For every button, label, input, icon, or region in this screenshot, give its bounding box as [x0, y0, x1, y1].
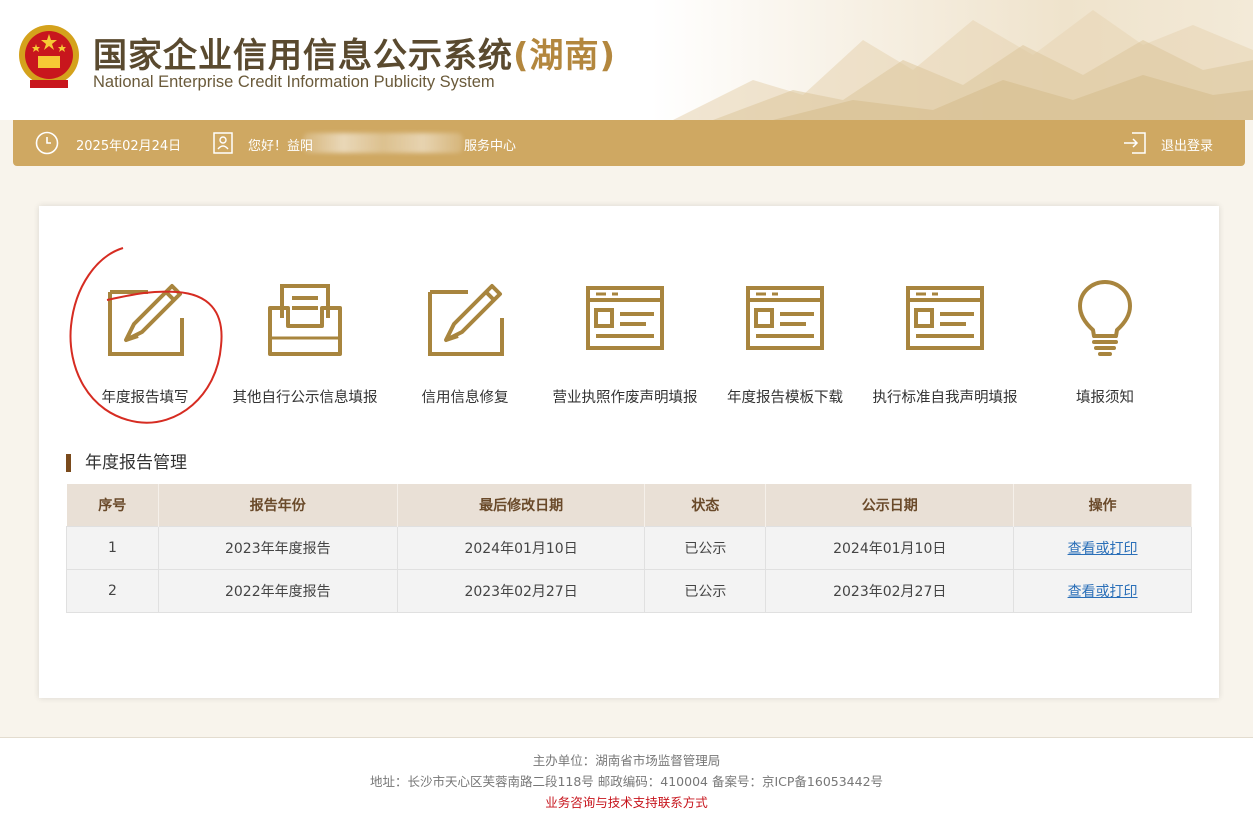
report-year: 2023年年度报告	[157, 525, 398, 570]
footer-address: 地址：长沙市天心区芙蓉南路二段118号 邮政编码：410004 备案号：京ICP…	[369, 774, 884, 789]
menu-report-template-download[interactable]: 年度报告模板下载	[705, 278, 865, 418]
table-header-row: 序号 报告年份 最后修改日期 状态 公示日期 操作	[66, 484, 1192, 526]
menu-label: 填报须知	[1076, 390, 1134, 406]
view-or-print-link[interactable]: 查看或打印	[1068, 541, 1138, 557]
menu-label: 年度报告模板下载	[727, 390, 843, 406]
section-title: 年度报告管理	[66, 454, 187, 472]
site-header: 国家企业信用信息公示系统(湖南) National Enterprise Cre…	[0, 0, 1253, 120]
site-title-region: (湖南)	[513, 36, 617, 76]
column-header: 状态	[644, 484, 767, 526]
menu-label: 执行标准自我声明填报	[872, 390, 1018, 406]
view-or-print-link[interactable]: 查看或打印	[1068, 584, 1138, 600]
edit-pen-icon	[108, 284, 184, 356]
edit-pen-icon	[428, 284, 504, 356]
status-text: 已公示	[644, 568, 767, 613]
menu-label: 营业执照作废声明填报	[552, 390, 698, 406]
user-card-icon	[213, 132, 233, 154]
action-cell: 查看或打印	[1013, 568, 1192, 613]
logout-button[interactable]: 退出登录	[1161, 135, 1213, 154]
license-card-icon	[586, 286, 664, 350]
column-header: 最后修改日期	[397, 484, 646, 526]
lightbulb-icon	[1078, 280, 1132, 356]
clock-icon	[35, 131, 59, 155]
table-row: 2 2022年年度报告 2023年02月27日 已公示 2023年02月27日 …	[66, 568, 1192, 613]
report-year: 2022年年度报告	[157, 568, 398, 613]
footer-contact-link[interactable]: 业务咨询与技术支持联系方式	[0, 792, 1253, 813]
action-cell: 查看或打印	[1013, 525, 1192, 570]
last-modified-date: 2024年01月10日	[396, 525, 646, 570]
last-modified-date: 2023年02月27日	[396, 568, 646, 613]
menu-other-disclosure[interactable]: 其他自行公示信息填报	[225, 278, 385, 418]
publicity-date: 2023年02月27日	[765, 568, 1015, 613]
annual-report-table: 序号 报告年份 最后修改日期 状态 公示日期 操作 1 2023年年度报告 20…	[66, 484, 1192, 613]
table-row: 1 2023年年度报告 2024年01月10日 已公示 2024年01月10日 …	[66, 525, 1192, 570]
column-header: 公示日期	[765, 484, 1015, 526]
license-card-icon	[906, 286, 984, 350]
user-org-suffix: 服务中心	[464, 139, 517, 154]
menu-filing-instructions[interactable]: 填报须知	[1025, 278, 1185, 418]
site-title: 国家企业信用信息公示系统(湖南)	[93, 28, 616, 77]
redacted-user-name	[303, 133, 463, 153]
column-header: 操作	[1013, 484, 1192, 526]
license-card-icon	[746, 286, 824, 350]
row-index: 1	[66, 525, 159, 570]
site-title-en: National Enterprise Credit Information P…	[93, 73, 495, 91]
menu-standard-self-declaration[interactable]: 执行标准自我声明填报	[865, 278, 1025, 418]
status-text: 已公示	[644, 525, 767, 570]
menu-label: 年度报告填写	[101, 390, 189, 406]
row-index: 2	[66, 568, 159, 613]
menu-annual-report-fill[interactable]: 年度报告填写	[65, 278, 225, 418]
column-header: 报告年份	[158, 484, 398, 526]
site-title-main: 国家企业信用信息公示系统	[93, 36, 513, 76]
national-emblem-icon	[19, 25, 79, 88]
menu-credit-repair[interactable]: 信用信息修复	[385, 278, 545, 418]
menu-label: 信用信息修复	[421, 390, 509, 406]
main-panel: 年度报告填写 其他自行公示信息填报 信用信息修复 营业执照作废声明填报 年度报告…	[39, 206, 1219, 698]
column-header: 序号	[66, 484, 159, 526]
mountain-landscape-decoration	[673, 10, 1253, 120]
logout-icon[interactable]	[1123, 132, 1147, 154]
footer-sponsor: 主办单位：湖南省市场监督管理局	[532, 753, 721, 768]
menu-label: 其他自行公示信息填报	[232, 390, 378, 406]
menu-license-void-statement[interactable]: 营业执照作废声明填报	[545, 278, 705, 418]
publicity-date: 2024年01月10日	[765, 525, 1015, 570]
site-footer: 主办单位：湖南省市场监督管理局 地址：长沙市天心区芙蓉南路二段118号 邮政编码…	[0, 737, 1253, 824]
document-tray-icon	[268, 284, 342, 356]
current-date: 2025年02月24日	[76, 139, 182, 154]
user-toolbar: 2025年02月24日 您好！益阳 服务中心 退出登录	[13, 120, 1245, 166]
